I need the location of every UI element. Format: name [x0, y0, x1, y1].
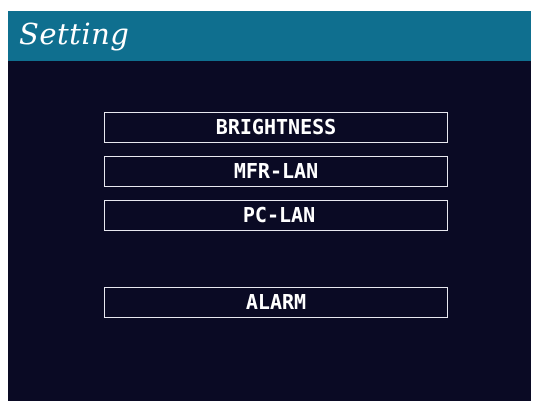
- alarm-button[interactable]: ALARM: [104, 287, 448, 318]
- title-bar: Setting: [8, 11, 531, 61]
- pc-lan-button-label: PC-LAN: [242, 203, 316, 227]
- mfr-lan-button-label: MFR-LAN: [233, 159, 319, 183]
- pc-lan-button[interactable]: PC-LAN: [104, 200, 448, 231]
- brightness-button[interactable]: BRIGHTNESS: [104, 112, 448, 143]
- mfr-lan-button[interactable]: MFR-LAN: [104, 156, 448, 187]
- page-title: Setting: [19, 17, 130, 51]
- brightness-button-label: BRIGHTNESS: [215, 115, 337, 139]
- settings-screen: Setting BRIGHTNESS MFR-LAN PC-LAN ALARM: [8, 11, 531, 401]
- alarm-button-label: ALARM: [245, 290, 307, 314]
